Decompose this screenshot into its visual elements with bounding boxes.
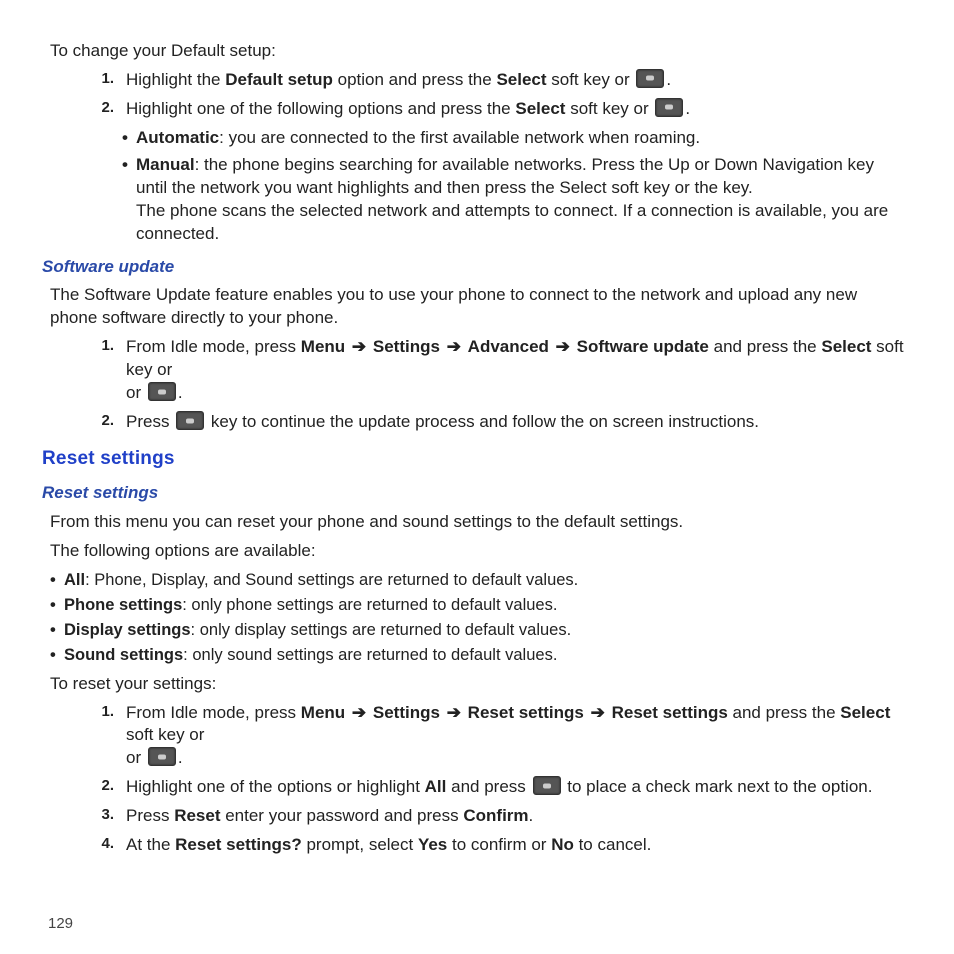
step-number: 1. [86, 336, 126, 356]
reset-para-2: The following options are available: [50, 540, 904, 563]
sw-step-2: 2. Press key to continue the update proc… [86, 411, 904, 434]
option-automatic: • Automatic: you are connected to the fi… [122, 127, 904, 150]
software-update-para: The Software Update feature enables you … [50, 284, 904, 330]
ok-key-icon [533, 776, 561, 795]
step-1: 1. Highlight the Default setup option an… [86, 69, 904, 92]
reset-para-1: From this menu you can reset your phone … [50, 511, 904, 534]
step-number: 1. [86, 702, 126, 722]
step-number: 2. [86, 776, 126, 796]
step-text: Press Reset enter your password and pres… [126, 805, 904, 828]
option-manual: • Manual: the phone begins searching for… [122, 154, 904, 246]
sw-step-1: 1. From Idle mode, press Menu ➔ Settings… [86, 336, 904, 405]
rs-step-1: 1. From Idle mode, press Menu ➔ Settings… [86, 702, 904, 771]
rs-step-4: 4. At the Reset settings? prompt, select… [86, 834, 904, 857]
reset-steps: 1. From Idle mode, press Menu ➔ Settings… [86, 702, 904, 858]
step-text: At the Reset settings? prompt, select Ye… [126, 834, 904, 857]
step-text: From Idle mode, press Menu ➔ Settings ➔ … [126, 336, 904, 405]
ok-key-icon [148, 747, 176, 766]
step-text: Press key to continue the update process… [126, 411, 904, 434]
step-number: 4. [86, 834, 126, 854]
rs-step-2: 2. Highlight one of the options or highl… [86, 776, 904, 799]
ok-key-icon [148, 382, 176, 401]
ok-key-icon [655, 98, 683, 117]
step-number: 3. [86, 805, 126, 825]
step-2: 2. Highlight one of the following option… [86, 98, 904, 121]
opt-all: •All: Phone, Display, and Sound settings… [50, 569, 904, 591]
opt-display: •Display settings: only display settings… [50, 619, 904, 641]
network-options: • Automatic: you are connected to the fi… [122, 127, 904, 246]
ok-key-icon [636, 69, 664, 88]
step-number: 2. [86, 411, 126, 431]
step-text: Highlight one of the following options a… [126, 98, 904, 121]
rs-step-3: 3. Press Reset enter your password and p… [86, 805, 904, 828]
reset-options: •All: Phone, Display, and Sound settings… [50, 569, 904, 667]
step-text: Highlight one of the options or highligh… [126, 776, 904, 799]
step-text: From Idle mode, press Menu ➔ Settings ➔ … [126, 702, 904, 771]
software-update-steps: 1. From Idle mode, press Menu ➔ Settings… [86, 336, 904, 434]
step-text: Highlight the Default setup option and p… [126, 69, 904, 92]
heading-reset-settings-sub: Reset settings [42, 482, 904, 505]
default-setup-intro: To change your Default setup: [50, 40, 904, 63]
opt-phone: •Phone settings: only phone settings are… [50, 594, 904, 616]
default-setup-steps: 1. Highlight the Default setup option an… [86, 69, 904, 121]
manual-page: To change your Default setup: 1. Highlig… [0, 0, 954, 954]
heading-reset-settings-main: Reset settings [42, 446, 904, 472]
step-number: 2. [86, 98, 126, 118]
step-number: 1. [86, 69, 126, 89]
heading-software-update: Software update [42, 256, 904, 279]
opt-sound: •Sound settings: only sound settings are… [50, 644, 904, 666]
page-number: 129 [48, 914, 73, 934]
ok-key-icon [176, 411, 204, 430]
reset-para-3: To reset your settings: [50, 673, 904, 696]
